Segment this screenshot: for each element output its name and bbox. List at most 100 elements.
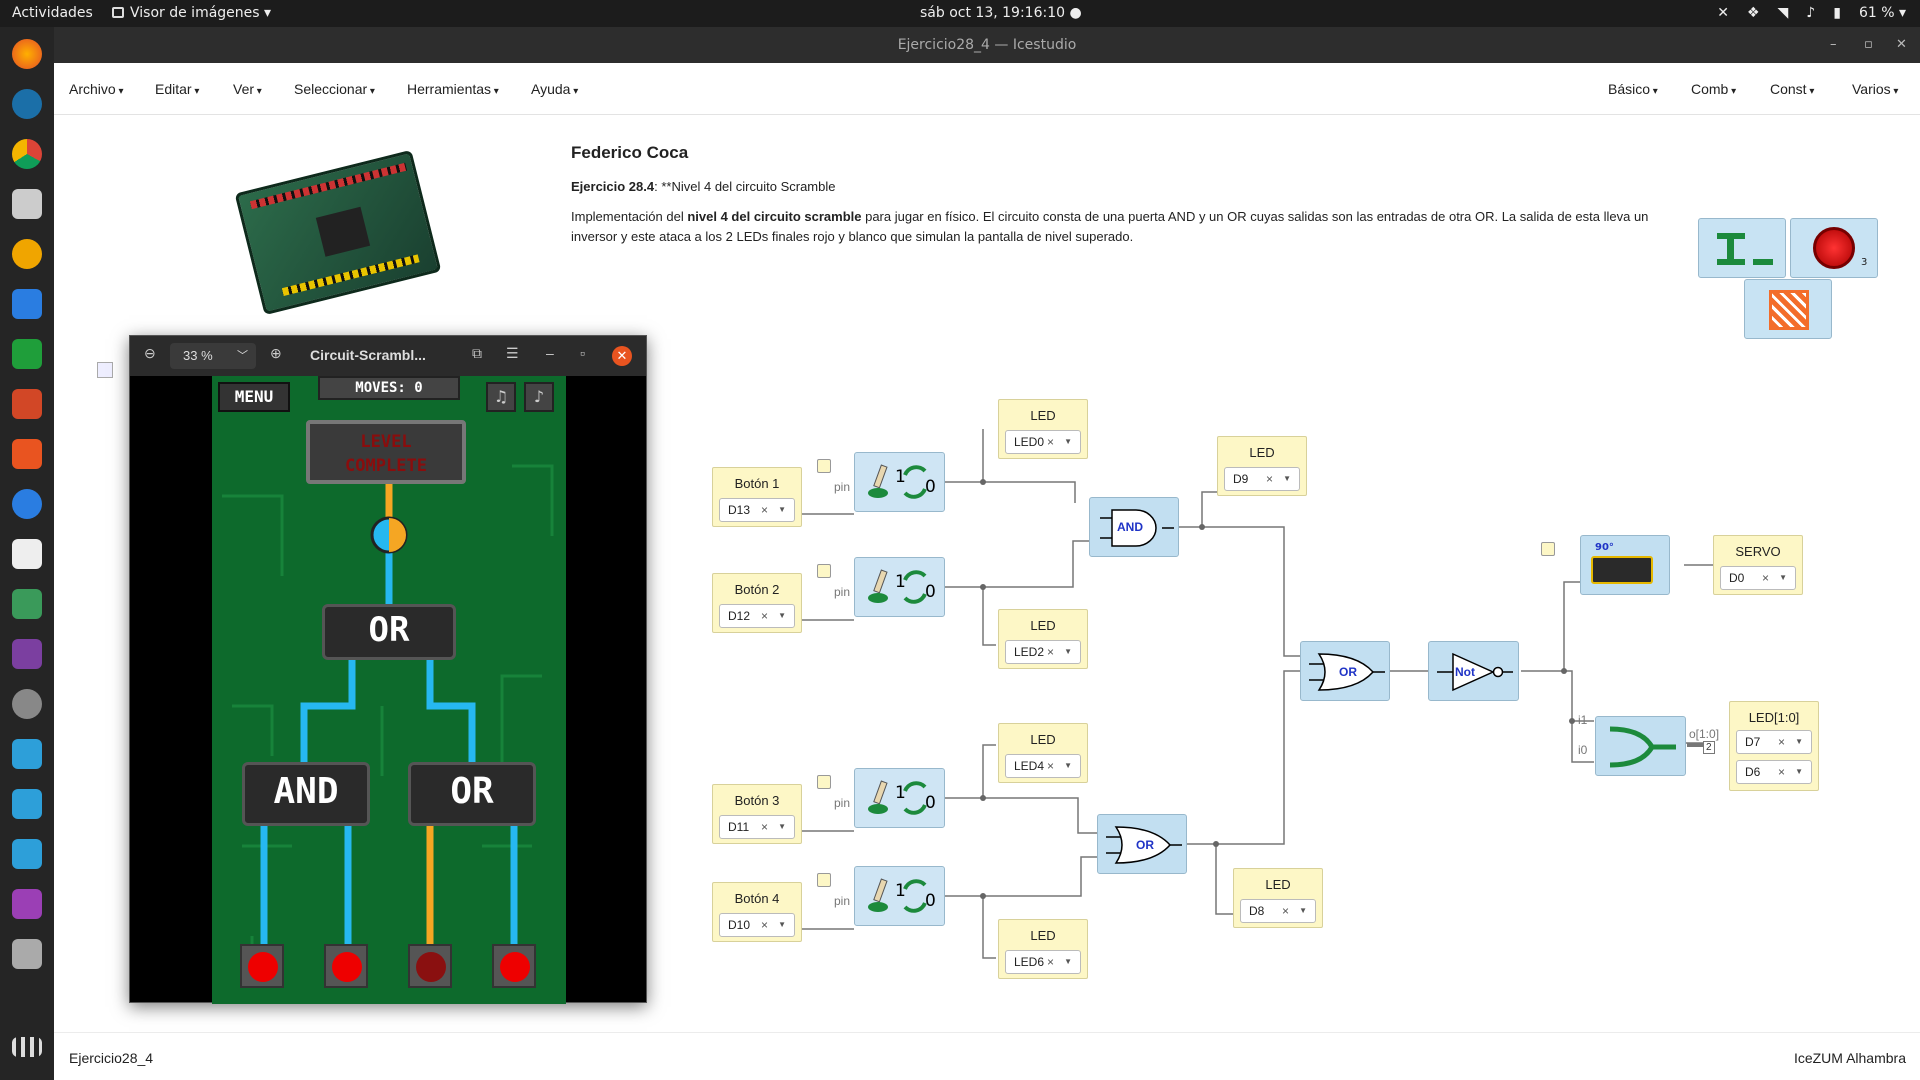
- led0-block[interactable]: LED LED0 × ▼: [998, 399, 1088, 459]
- boton4-block[interactable]: Botón 4 D10 × ▼: [712, 882, 802, 942]
- boton1-block[interactable]: Botón 1 D13 × ▼: [712, 467, 802, 527]
- design-canvas[interactable]: Federico Coca Ejercicio 28.4: **Nivel 4 …: [54, 115, 1920, 1032]
- rhythmbox-icon[interactable]: [12, 239, 42, 269]
- clear-icon[interactable]: ×: [1047, 645, 1054, 659]
- clear-icon[interactable]: ×: [761, 820, 768, 834]
- clear-icon[interactable]: ×: [761, 918, 768, 932]
- image-viewer-window[interactable]: ⊖ 33 % ﹀ ⊕ Circuit-Scrambl... ⧉ ☰ – ▫ ✕: [129, 335, 647, 1004]
- calc-icon[interactable]: [12, 339, 42, 369]
- settings-icon[interactable]: [12, 689, 42, 719]
- image-viewer-dock-icon[interactable]: [12, 939, 42, 969]
- boton3-block[interactable]: Botón 3 D11 × ▼: [712, 784, 802, 844]
- menu-archivo[interactable]: Archivo: [69, 81, 124, 97]
- switch3-block[interactable]: 1 0: [854, 768, 945, 828]
- clear-icon[interactable]: ×: [1778, 765, 1785, 779]
- ledbus-pin1-select[interactable]: D7 × ▼: [1736, 730, 1812, 754]
- bus-join-block[interactable]: [1595, 716, 1686, 776]
- switch1-checkbox[interactable]: [817, 459, 831, 473]
- led4-pin-select[interactable]: LED4 × ▼: [1005, 754, 1081, 778]
- music-toggle-icon[interactable]: ♫: [486, 382, 516, 412]
- d9-led-block[interactable]: LED D9 × ▼: [1217, 436, 1307, 496]
- icestudio2-icon[interactable]: [12, 789, 42, 819]
- or-gate-top[interactable]: OR: [1300, 641, 1390, 701]
- led2-pin-select[interactable]: LED2 × ▼: [1005, 640, 1081, 664]
- software-icon[interactable]: [12, 439, 42, 469]
- game-menu-button[interactable]: MENU: [218, 382, 290, 412]
- viewer-close-icon[interactable]: ✕: [612, 346, 632, 366]
- maximize-button[interactable]: ▫: [1864, 27, 1873, 63]
- viewer-maximize-icon[interactable]: ▫: [580, 345, 585, 361]
- switch1-block[interactable]: 1 0: [854, 452, 945, 512]
- boton3-pin-select[interactable]: D11 × ▼: [719, 815, 795, 839]
- video-icon[interactable]: [12, 639, 42, 669]
- servo-block[interactable]: SERVO D0 × ▼: [1713, 535, 1803, 595]
- led2-block[interactable]: LED LED2 × ▼: [998, 609, 1088, 669]
- sound-toggle-icon[interactable]: ♪: [524, 382, 554, 412]
- menu-basico[interactable]: Básico: [1608, 81, 1658, 97]
- close-button[interactable]: ✕: [1896, 27, 1907, 63]
- ledbus-pin2-select[interactable]: D6 × ▼: [1736, 760, 1812, 784]
- switch4-block[interactable]: 1 0: [854, 866, 945, 926]
- menu-ver[interactable]: Ver: [233, 81, 262, 97]
- writer-icon[interactable]: [12, 289, 42, 319]
- viewer-minimize-icon[interactable]: –: [546, 345, 554, 361]
- clear-icon[interactable]: ×: [1047, 435, 1054, 449]
- menu-comb[interactable]: Comb: [1691, 81, 1736, 97]
- ledbus-block[interactable]: LED[1:0] D7 × ▼ D6 × ▼: [1729, 701, 1819, 791]
- firefox-icon[interactable]: [12, 39, 42, 69]
- icestudio-icon[interactable]: [12, 739, 42, 769]
- chrome-icon[interactable]: [12, 139, 42, 169]
- menu-seleccionar[interactable]: Seleccionar: [294, 81, 375, 97]
- switch4-checkbox[interactable]: [817, 873, 831, 887]
- or-gate-bottom[interactable]: OR: [1097, 814, 1187, 874]
- boton2-pin-select[interactable]: D12 × ▼: [719, 604, 795, 628]
- servo-module[interactable]: 90°: [1580, 535, 1670, 595]
- clear-icon[interactable]: ×: [1047, 759, 1054, 773]
- clear-icon[interactable]: ×: [1778, 735, 1785, 749]
- app-menu[interactable]: Visor de imágenes ▾: [112, 5, 271, 21]
- clock[interactable]: sáb oct 13, 19:16:10 ●: [920, 5, 1082, 21]
- boton1-pin-select[interactable]: D13 × ▼: [719, 498, 795, 522]
- files-icon[interactable]: [12, 189, 42, 219]
- system-tray[interactable]: ✕ ❖ ◥ ♪ ▮ 61 % ▾: [1717, 5, 1906, 21]
- status-board-name[interactable]: IceZUM Alhambra: [1794, 1050, 1906, 1066]
- gallery-icon[interactable]: ⧉: [472, 345, 482, 362]
- clear-icon[interactable]: ×: [761, 503, 768, 517]
- menu-varios[interactable]: Varios: [1852, 81, 1898, 97]
- clear-icon[interactable]: ×: [761, 609, 768, 623]
- help-icon[interactable]: [12, 489, 42, 519]
- hamburger-menu-icon[interactable]: ☰: [506, 345, 519, 362]
- activities-button[interactable]: Actividades: [12, 5, 93, 21]
- show-apps-icon[interactable]: [12, 1037, 42, 1057]
- boton2-block[interactable]: Botón 2 D12 × ▼: [712, 573, 802, 633]
- steam-icon[interactable]: [12, 89, 42, 119]
- zoom-select[interactable]: 33 % ﹀: [170, 343, 256, 369]
- menu-const[interactable]: Const: [1770, 81, 1814, 97]
- zoom-in-icon[interactable]: ⊕: [270, 345, 282, 362]
- led4-block[interactable]: LED LED4 × ▼: [998, 723, 1088, 783]
- led0-pin-select[interactable]: LED0 × ▼: [1005, 430, 1081, 454]
- led6-block[interactable]: LED LED6 × ▼: [998, 919, 1088, 979]
- media-icon[interactable]: [12, 889, 42, 919]
- clear-icon[interactable]: ×: [1266, 472, 1273, 486]
- menu-herramientas[interactable]: Herramientas: [407, 81, 499, 97]
- not-gate[interactable]: Not: [1428, 641, 1519, 701]
- led6-pin-select[interactable]: LED6 × ▼: [1005, 950, 1081, 974]
- zoom-out-icon[interactable]: ⊖: [144, 345, 156, 362]
- servo-pin-select[interactable]: D0 × ▼: [1720, 566, 1796, 590]
- switch2-checkbox[interactable]: [817, 564, 831, 578]
- d8-led-block[interactable]: LED D8 × ▼: [1233, 868, 1323, 928]
- impress-icon[interactable]: [12, 389, 42, 419]
- menu-editar[interactable]: Editar: [155, 81, 199, 97]
- icestudio3-icon[interactable]: [12, 839, 42, 869]
- switch2-block[interactable]: 1 0: [854, 557, 945, 617]
- switch3-checkbox[interactable]: [817, 775, 831, 789]
- menu-ayuda[interactable]: Ayuda: [531, 81, 578, 97]
- d8-pin-select[interactable]: D8 × ▼: [1240, 899, 1316, 923]
- clear-icon[interactable]: ×: [1282, 904, 1289, 918]
- d9-pin-select[interactable]: D9 × ▼: [1224, 467, 1300, 491]
- system-monitor-icon[interactable]: [12, 589, 42, 619]
- boton4-pin-select[interactable]: D10 × ▼: [719, 913, 795, 937]
- clear-icon[interactable]: ×: [1762, 571, 1769, 585]
- servo-checkbox[interactable]: [1541, 542, 1555, 556]
